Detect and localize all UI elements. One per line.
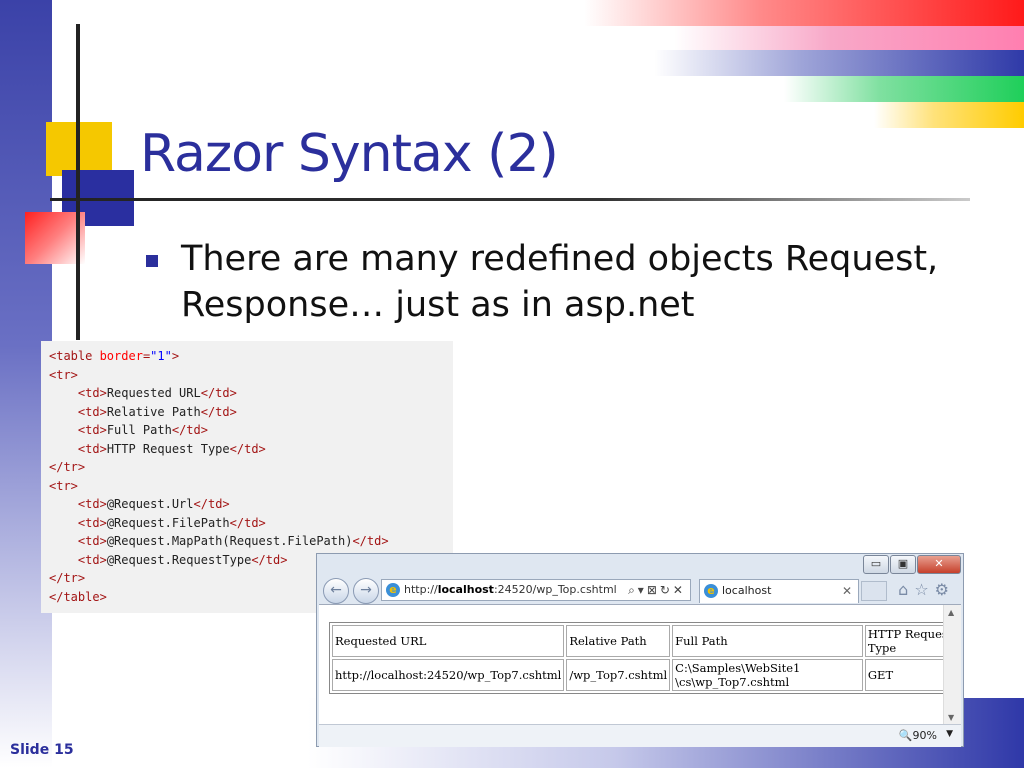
zoom-level[interactable]: 🔍90% [899,729,937,742]
table-cell: C:\Samples\WebSite1 \cs\wp_Top7.cshtml [672,659,863,691]
top-stripe-pink [674,26,1024,50]
table-header-cell: Requested URL [332,625,565,657]
title-underline [50,198,970,201]
ie-icon: e [386,583,400,597]
top-stripe-yellow [874,102,1024,128]
window-controls: ▭ ▣ ✕ [862,555,961,574]
top-stripe-green [784,76,1024,102]
page-content: Requested URL Relative Path Full Path HT… [319,604,961,725]
bullet-marker [146,255,158,267]
url-prefix: http:// [404,583,438,596]
close-button[interactable]: ✕ [917,555,961,574]
code-line: <td>Requested URL</td> [77,386,237,400]
code-line: </tr> [49,460,86,474]
status-bar: 🔍90% ▼ [319,724,961,747]
vertical-scrollbar[interactable]: ▲ ▼ [943,605,961,725]
code-line: <td>HTTP Request Type</td> [77,441,266,456]
zoom-dropdown-icon[interactable]: ▼ [946,729,953,739]
zoom-icon: 🔍 [898,729,913,742]
code-line: <td>Relative Path</td> [77,404,237,419]
table-header-cell: Relative Path [566,625,671,657]
tab-close-icon[interactable]: ✕ [842,580,852,602]
tab-localhost[interactable]: e localhost ✕ [699,579,859,603]
slide-number: Slide 15 [10,742,74,758]
bullet-text: There are many redefined objects Request… [181,239,939,325]
result-table: Requested URL Relative Path Full Path HT… [329,622,961,694]
table-cell: http://localhost:24520/wp_Top7.cshtml [332,659,565,691]
navigation-bar: ← → e http://localhost:24520/wp_Top.csht… [321,576,961,604]
url-host: localhost [437,583,494,596]
new-tab-button[interactable] [861,581,887,601]
table-cell: /wp_Top7.cshtml [566,659,671,691]
minimize-button[interactable]: ▭ [863,555,889,574]
code-line: <td>@Request.Url</td> [77,497,230,511]
zoom-value: 90% [912,729,937,742]
code-line: <tr> [49,367,78,382]
code-line: <td>@Request.MapPath(Request.FilePath)</… [77,534,389,548]
scroll-down-icon[interactable]: ▼ [948,713,954,722]
scroll-up-icon[interactable]: ▲ [948,608,954,617]
maximize-button[interactable]: ▣ [890,555,916,574]
forward-icon[interactable]: → [353,578,379,604]
table-row: Requested URL Relative Path Full Path HT… [332,625,958,657]
top-stripe-blue [654,50,1024,76]
table-header-cell: Full Path [672,625,863,657]
code-line: <td>@Request.FilePath</td> [77,515,266,530]
table-row: http://localhost:24520/wp_Top7.cshtml /w… [332,659,958,691]
code-line: <td>Full Path</td> [77,423,208,437]
browser-window: ▭ ▣ ✕ ← → e http://localhost:24520/wp_To… [316,553,964,747]
home-favorites-settings-icons[interactable]: ⌂☆⚙ [898,580,955,599]
slide-title: Razor Syntax (2) [140,124,559,184]
back-icon[interactable]: ← [323,578,349,604]
code-line: <tr> [49,478,78,493]
vertical-divider [76,24,80,340]
tab-ie-icon: e [704,584,718,598]
address-bar[interactable]: e http://localhost:24520/wp_Top.cshtml ⌕… [381,579,691,601]
url-rest: :24520/wp_Top.cshtml [493,583,617,596]
tab-title: localhost [722,584,772,597]
address-tools-icons[interactable]: ⌕▾⊠↻✕ [628,580,686,600]
code-line: <table border="1"> [49,349,180,363]
top-stripe-red [584,0,1024,26]
